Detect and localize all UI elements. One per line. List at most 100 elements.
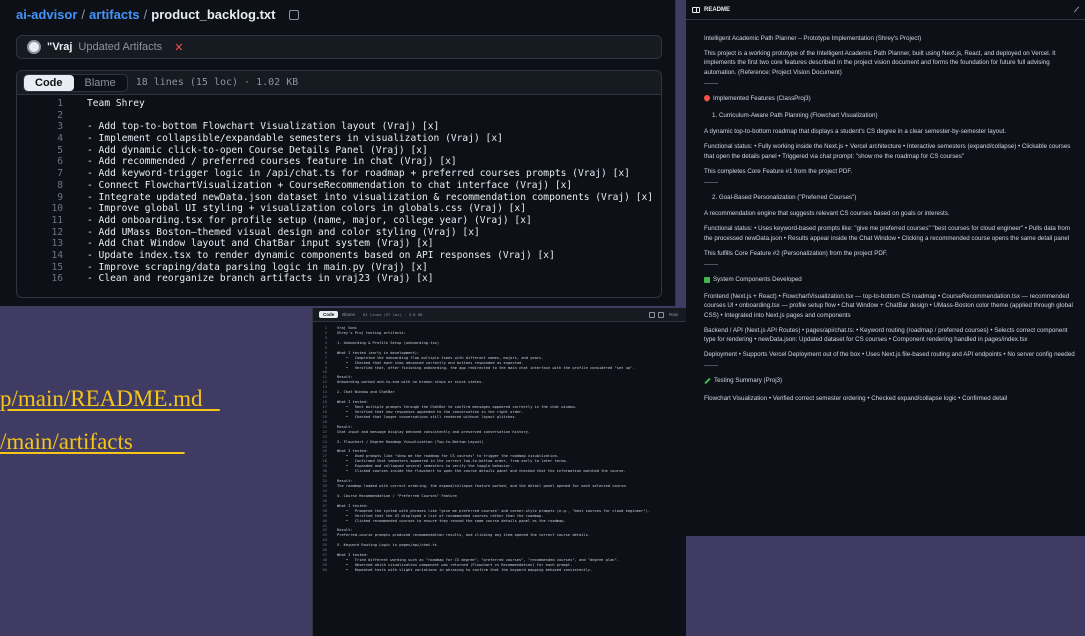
view-toggle: Code Blame (319, 311, 359, 318)
artifacts-link[interactable]: /main/artifacts (0, 429, 185, 455)
code-line: 2 (17, 110, 661, 122)
readme-header-label[interactable]: README (704, 7, 730, 13)
feature-2-status: Functional status: • Uses keyword-based … (704, 225, 1070, 242)
raw-button[interactable]: Raw (667, 312, 680, 317)
line-text: Team Shrey (87, 98, 145, 109)
line-text: 1. Onboarding & Profile Setup (onboardin… (337, 340, 440, 345)
copy-path-icon[interactable] (289, 10, 300, 20)
tab-code[interactable]: Code (319, 311, 339, 318)
code-line: 16- Clean and reorganize branch artifact… (17, 273, 661, 285)
line-number[interactable]: 14 (17, 250, 87, 262)
testing-heading: Testing Summary (Proj3) (714, 377, 783, 385)
puzzle-icon (704, 276, 710, 283)
line-number[interactable]: 5 (17, 145, 87, 157)
line-text: • Checked that longer conversations stil… (337, 414, 517, 419)
tab-code[interactable]: Code (24, 74, 74, 91)
readme-header: README (686, 0, 1085, 20)
tab-blame[interactable]: Blame (338, 311, 359, 318)
line-text: - Add keyword-trigger logic in /api/chat… (87, 168, 630, 180)
readme-intro: This project is a working prototype of t… (704, 50, 1056, 76)
file-meta: 61 lines (57 loc) · 3.8 KB (363, 312, 423, 317)
line-text: 3. Flowchart / Degree Roadmap Visualizat… (337, 439, 484, 444)
line-number[interactable]: 11 (17, 215, 87, 227)
line-text: - Connect FlowchartVisualization + Cours… (87, 179, 573, 191)
line-text: • Repeated tests with slight variations … (337, 567, 593, 572)
code-line: 4- Implement collapsible/expandable seme… (17, 133, 661, 145)
line-text: - Improve scraping/data parsing logic in… (87, 261, 428, 273)
breadcrumb-folder-link[interactable]: artifacts (89, 7, 140, 22)
breadcrumb-repo-link[interactable]: ai-advisor (16, 7, 77, 22)
line-text: 5. Keyword Routing Logic in pages/api/ch… (337, 543, 437, 548)
line-number[interactable]: 15 (17, 262, 87, 274)
testing-file-panel: Code Blame 61 lines (57 loc) · 3.8 KB Ra… (312, 308, 686, 636)
line-number[interactable]: 6 (17, 156, 87, 168)
commit-status-failed-icon[interactable]: ✕ (174, 41, 183, 54)
line-text: • Clicked courses inside the flowchart t… (337, 469, 626, 474)
line-text: • Clicked recommended courses to ensure … (337, 518, 566, 523)
view-toggle: Code Blame (23, 73, 128, 92)
section-heading: Testing Summary (Proj3) (704, 376, 1077, 385)
line-text: Shrey's Proj testing artifacts: (337, 330, 406, 335)
line-text: - Implement collapsible/expandable semes… (87, 133, 503, 145)
line-text: The roadmap loaded with correct ordering… (337, 484, 628, 488)
line-text: - Update index.tsx to render dynamic com… (87, 249, 555, 261)
line-text: - Add onboarding.tsx for profile setup (… (87, 214, 532, 226)
code-line: 50 • Repeated tests with slight variatio… (313, 568, 686, 573)
divider (704, 82, 718, 84)
breadcrumb: ai-advisor / artifacts / product_backlog.txt (16, 7, 300, 22)
code-line: 1 Team Shrey (17, 98, 661, 110)
backend-components: Backend / API (Next.js API Routes) • pag… (704, 326, 1068, 344)
line-number[interactable]: 1 (17, 98, 87, 110)
line-number[interactable]: 3 (17, 121, 87, 133)
commit-author[interactable]: "Vraj (47, 41, 72, 53)
line-text: 2. Chat Window and ChatBar (337, 390, 395, 395)
line-number[interactable]: 4 (17, 133, 87, 145)
section-heading: System Components Developed (704, 275, 1077, 284)
code-line: 7- Add keyword-trigger logic in /api/cha… (17, 168, 661, 180)
code-line: 12- Add UMass Boston–themed visual desig… (17, 227, 661, 239)
divider (704, 182, 718, 184)
line-text: - Add Chat Window layout and ChatBar inp… (87, 238, 434, 250)
commit-message[interactable]: Updated Artifacts (78, 41, 162, 53)
readme-link[interactable]: p/main/README.md (0, 386, 220, 412)
code-line: 3- Add top-to-bottom Flowchart Visualiza… (17, 121, 661, 133)
pencil-icon[interactable] (1073, 6, 1080, 13)
readme-panel: README Intelligent Academic Path Planner… (686, 0, 1085, 536)
avatar[interactable] (27, 40, 41, 54)
line-number[interactable]: 16 (17, 273, 87, 285)
feature-1-title: 1. Curriculum-Aware Path Planning (Flowc… (712, 112, 878, 120)
code-line: 5- Add dynamic click-to-open Course Deta… (17, 145, 661, 157)
line-number[interactable]: 9 (17, 192, 87, 204)
file-meta: 18 lines (15 loc) · 1.02 KB (135, 77, 299, 88)
line-text: - Add recommended / preferred courses fe… (87, 156, 457, 168)
line-number[interactable]: 7 (17, 168, 87, 180)
file-actions: Raw (648, 311, 680, 318)
line-number[interactable]: 2 (17, 110, 87, 122)
line-number[interactable]: 50 (313, 568, 337, 573)
line-number[interactable]: 13 (17, 238, 87, 250)
line-number[interactable]: 12 (17, 227, 87, 239)
line-text: Onboarding worked end-to-end with no bro… (337, 380, 484, 385)
code-lines: 1 Team Shrey 2 3- Add top-to-bottom Flowcha… (17, 95, 661, 285)
divider (704, 365, 718, 367)
line-number[interactable]: 10 (17, 203, 87, 215)
line-text: - Add UMass Boston–themed visual design … (87, 226, 480, 238)
rocket-icon (702, 94, 712, 103)
line-number[interactable]: 8 (17, 180, 87, 192)
feature-1-done: This completes Core Feature #1 from the … (704, 167, 853, 175)
breadcrumb-separator: / (143, 7, 148, 22)
line-text: Preferred-course prompts produced recomm… (337, 533, 591, 538)
code-line: 8- Connect FlowchartVisualization + Cour… (17, 180, 661, 192)
code-line: 14- Update index.tsx to render dynamic c… (17, 250, 661, 262)
copilot-icon[interactable] (648, 311, 655, 318)
readme-title: Intelligent Academic Path Planner – Prot… (704, 35, 922, 42)
divider (704, 264, 718, 266)
code-line: 15- Improve scraping/data parsing logic … (17, 262, 661, 274)
deployment-info: Deployment • Supports Vercel Deployment … (704, 351, 1075, 359)
code-line: 10- Improve global UI styling + visualiz… (17, 203, 661, 215)
copy-icon[interactable] (657, 311, 664, 318)
code-line: 11- Add onboarding.tsx for profile setup… (17, 215, 661, 227)
code-viewer: Code Blame 18 lines (15 loc) · 1.02 KB 1… (16, 70, 662, 298)
tab-blame[interactable]: Blame (74, 75, 127, 91)
feature-2-done: This fulfills Core Feature #2 (Personali… (704, 249, 888, 257)
